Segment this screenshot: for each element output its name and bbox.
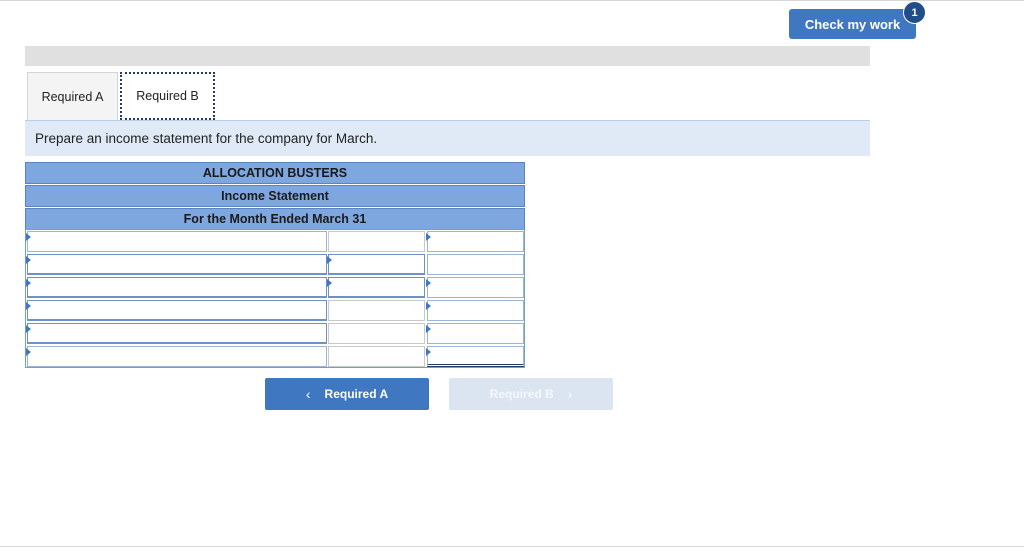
next-button-label: Required B <box>489 387 554 401</box>
check-my-work-button[interactable]: Check my work <box>789 9 916 39</box>
chevron-left-icon: ‹ <box>305 386 311 402</box>
top-divider <box>0 0 1024 1</box>
chevron-right-icon: › <box>567 386 573 402</box>
progress-bar-strip <box>25 46 870 66</box>
row-3-amount-2-input[interactable] <box>427 277 524 298</box>
bottom-divider <box>0 546 1024 547</box>
row-6-amount-2-input[interactable] <box>427 346 524 367</box>
tab-required-b-label: Required B <box>136 89 199 103</box>
statement-title: Income Statement <box>25 185 525 207</box>
dropdown-marker-icon <box>426 325 431 333</box>
dropdown-marker-icon <box>327 279 332 287</box>
dropdown-marker-icon <box>426 279 431 287</box>
row-3-amount-1-input[interactable] <box>328 277 425 298</box>
dropdown-marker-icon <box>26 348 31 356</box>
dropdown-marker-icon <box>26 279 31 287</box>
check-my-work-label: Check my work <box>804 16 901 32</box>
statement-period: For the Month Ended March 31 <box>25 208 525 230</box>
row-1-label-input[interactable] <box>27 231 327 252</box>
row-2-label-input[interactable] <box>27 254 327 275</box>
tab-required-a[interactable]: Required A <box>27 72 118 120</box>
row-5-amount-1-input[interactable] <box>328 323 425 344</box>
prev-button-label: Required A <box>324 387 389 401</box>
row-5-label-input[interactable] <box>27 323 327 344</box>
row-1-amount-1-input[interactable] <box>328 231 425 252</box>
row-4-amount-2-input[interactable] <box>427 300 524 321</box>
dropdown-marker-icon <box>426 233 431 241</box>
row-5-amount-2-input[interactable] <box>427 323 524 344</box>
prev-required-a-button[interactable]: ‹ Required A <box>265 378 429 410</box>
instruction-banner: Prepare an income statement for the comp… <box>25 120 870 156</box>
row-1-amount-2-input[interactable] <box>427 231 524 252</box>
row-6-label-input[interactable] <box>27 346 327 367</box>
row-6-amount-1-input[interactable] <box>328 346 425 367</box>
dropdown-marker-icon <box>26 256 31 264</box>
instruction-text: Prepare an income statement for the comp… <box>35 131 378 146</box>
row-3-label-input[interactable] <box>27 277 327 298</box>
dropdown-marker-icon <box>26 325 31 333</box>
dropdown-marker-icon <box>26 233 31 241</box>
row-4-amount-1-input[interactable] <box>328 300 425 321</box>
company-name: ALLOCATION BUSTERS <box>25 162 525 184</box>
attempt-count-badge: 1 <box>903 1 926 24</box>
tab-required-a-label: Required A <box>41 89 104 104</box>
row-2-amount-1-input[interactable] <box>328 254 425 275</box>
row-2-amount-2-input[interactable] <box>427 254 524 275</box>
dropdown-marker-icon <box>26 302 31 310</box>
tab-required-b[interactable]: Required B <box>120 72 215 120</box>
dropdown-marker-icon <box>327 256 332 264</box>
row-4-label-input[interactable] <box>27 300 327 321</box>
income-statement-grid <box>25 229 525 368</box>
next-required-b-button: Required B › <box>449 378 613 410</box>
dropdown-marker-icon <box>426 302 431 310</box>
dropdown-marker-icon <box>426 348 431 356</box>
income-statement-header: ALLOCATION BUSTERS Income Statement For … <box>25 162 525 231</box>
